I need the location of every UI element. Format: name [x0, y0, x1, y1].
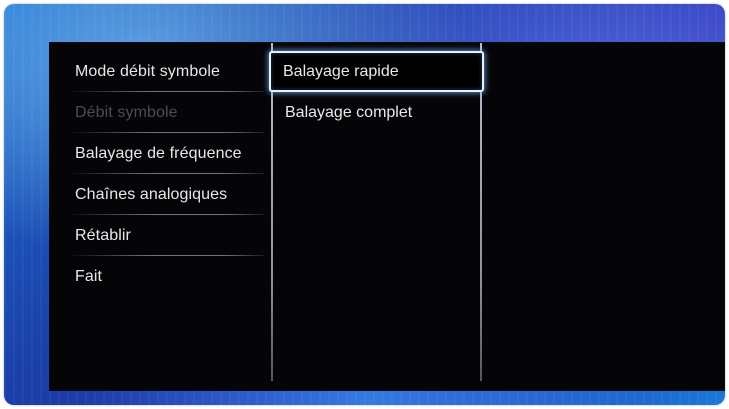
submenu-option-balayage-complet[interactable]: Balayage complet: [271, 92, 482, 133]
menu-item-label: Rétablir: [75, 227, 131, 244]
menu-item-retablir[interactable]: Rétablir: [72, 215, 264, 256]
menu-item-label: Chaînes analogiques: [75, 186, 228, 203]
menu-item-label: Débit symbole: [75, 104, 178, 121]
scan-mode-submenu: Balayage rapide Balayage complet: [269, 51, 484, 133]
tv-photo-frame: Mode débit symbole Débit symbole Balayag…: [4, 4, 725, 405]
menu-item-label: Balayage de fréquence: [75, 145, 242, 162]
menu-item-label: Mode débit symbole: [75, 63, 220, 80]
menu-item-fait[interactable]: Fait: [72, 256, 264, 297]
menu-item-label: Fait: [75, 268, 103, 285]
settings-menu: Mode débit symbole Débit symbole Balayag…: [72, 51, 264, 297]
menu-item-debit-symbole: Débit symbole: [72, 92, 264, 133]
submenu-option-label: Balayage complet: [285, 104, 413, 121]
submenu-option-label: Balayage rapide: [283, 63, 399, 80]
menu-item-chaines-analogiques[interactable]: Chaînes analogiques: [72, 174, 264, 215]
tv-screen: Mode débit symbole Débit symbole Balayag…: [49, 42, 725, 391]
menu-item-mode-debit-symbole[interactable]: Mode débit symbole: [72, 51, 264, 92]
submenu-option-balayage-rapide[interactable]: Balayage rapide: [269, 51, 484, 92]
menu-item-balayage-de-frequence[interactable]: Balayage de fréquence: [72, 133, 264, 174]
